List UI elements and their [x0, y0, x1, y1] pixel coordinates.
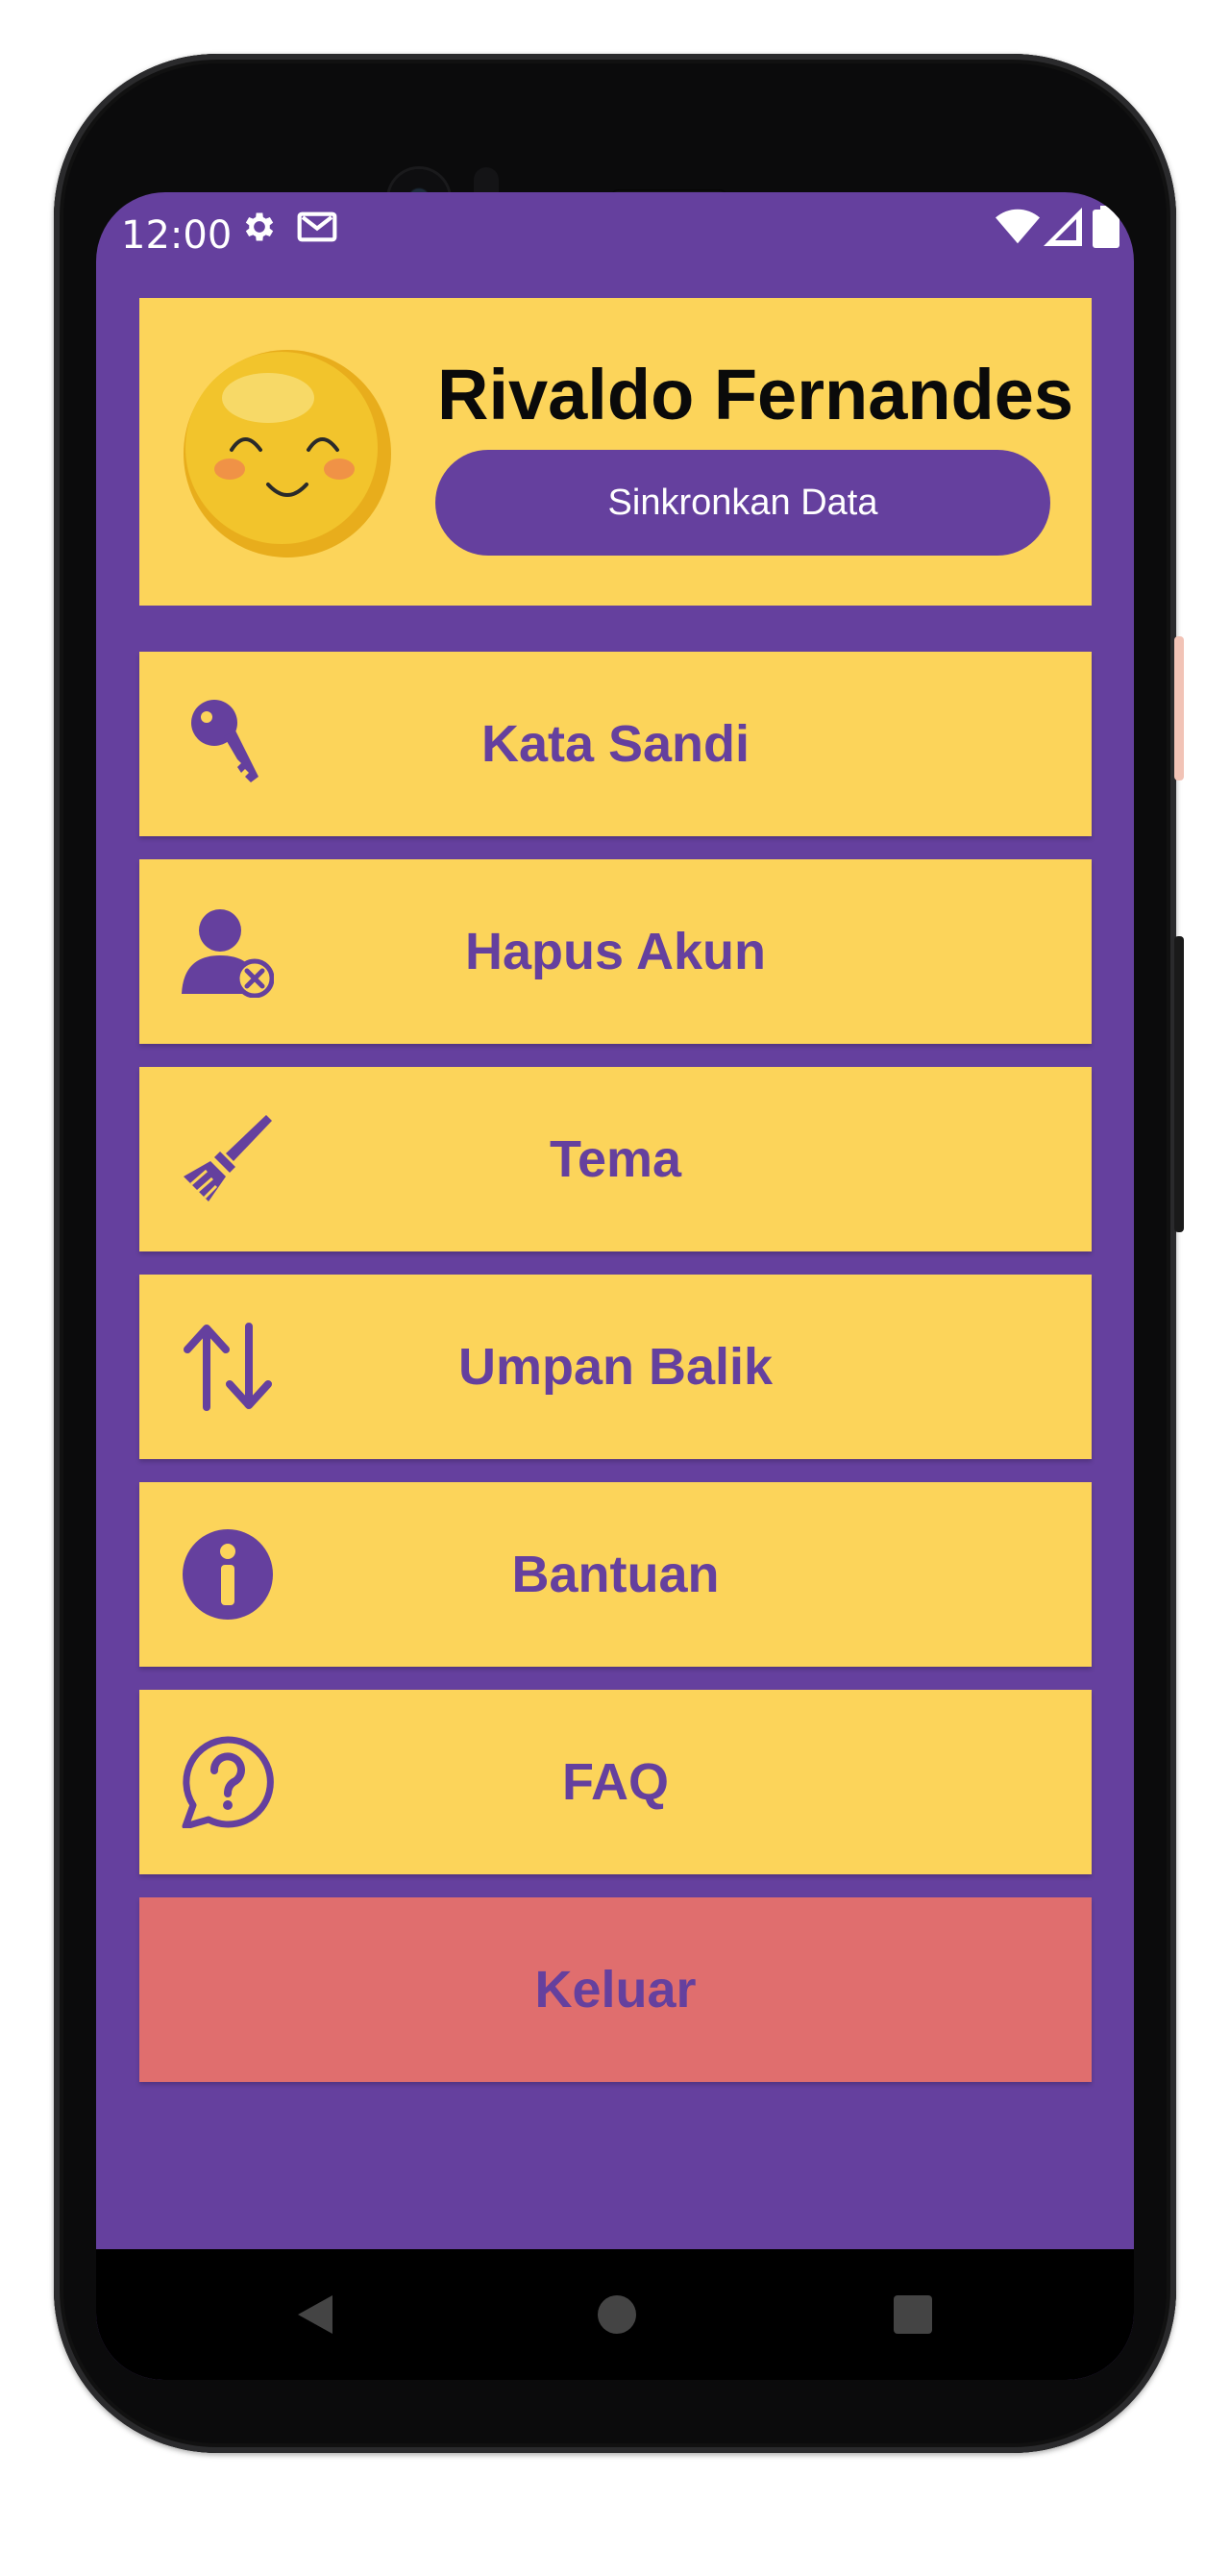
navigation-bar: [96, 2249, 1134, 2380]
menu-item-label: Tema: [549, 1130, 682, 1188]
menu-item-password[interactable]: Kata Sandi: [139, 652, 1092, 836]
logout-button[interactable]: Keluar: [139, 1897, 1092, 2082]
signal-icon: [1044, 208, 1082, 251]
recents-icon[interactable]: [892, 2291, 934, 2342]
gmail-icon: [296, 208, 338, 251]
menu-item-delete-account[interactable]: Hapus Akun: [139, 859, 1092, 1044]
sync-data-button[interactable]: Sinkronkan Data: [435, 450, 1050, 556]
side-button-accent: [1174, 636, 1184, 780]
smiling-emoji-icon: [182, 348, 393, 559]
logout-label: Keluar: [534, 1961, 697, 2019]
power-button: [1174, 936, 1184, 1232]
home-icon[interactable]: [596, 2291, 638, 2342]
menu-item-theme[interactable]: Tema: [139, 1067, 1092, 1251]
menu-item-feedback[interactable]: Umpan Balik: [139, 1275, 1092, 1459]
menu-item-faq[interactable]: FAQ: [139, 1690, 1092, 1874]
status-time: 12:00: [121, 213, 233, 258]
profile-name: Rivaldo Fernandes: [437, 355, 1074, 434]
profile-header: Rivaldo Fernandes Sinkronkan Data: [139, 298, 1092, 606]
menu-item-label: Kata Sandi: [480, 715, 750, 773]
app-screen: 12:00 Rivaldo Fernandes Sinkronkan Data …: [96, 192, 1134, 2380]
wifi-icon: [996, 208, 1040, 251]
gear-icon: [240, 208, 279, 251]
menu-item-label: Umpan Balik: [457, 1338, 774, 1396]
battery-icon: [1092, 206, 1120, 253]
back-icon[interactable]: [294, 2291, 336, 2342]
status-bar: 12:00: [96, 192, 1134, 298]
menu-item-help[interactable]: Bantuan: [139, 1482, 1092, 1667]
menu-item-label: FAQ: [561, 1753, 669, 1811]
menu-item-label: Hapus Akun: [464, 923, 767, 980]
menu-item-label: Bantuan: [511, 1546, 720, 1603]
